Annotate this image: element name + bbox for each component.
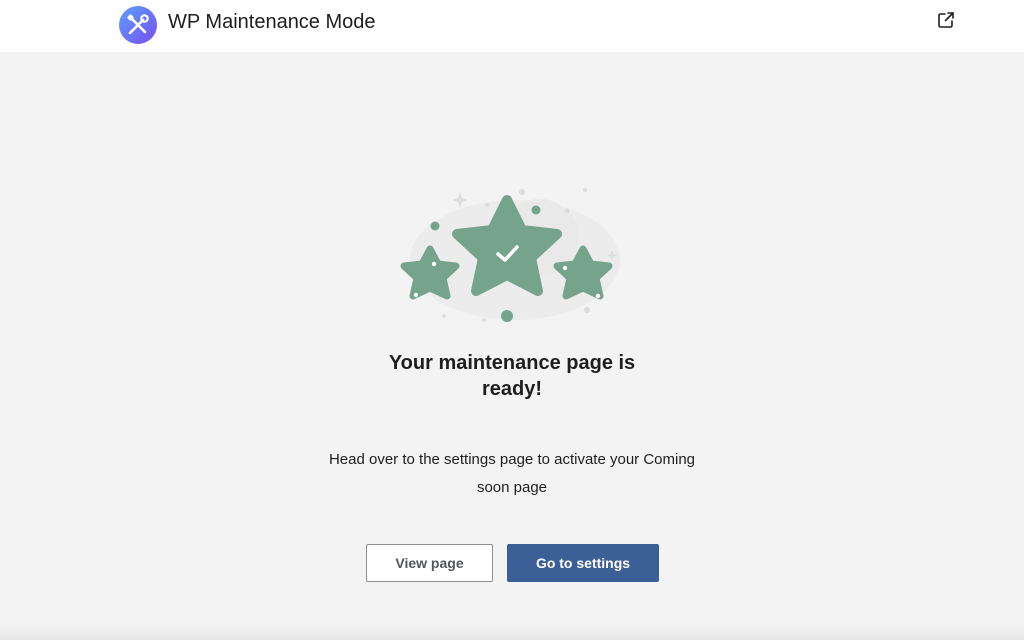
page-heading: Your maintenance page is ready!: [388, 352, 636, 400]
app-header: WP Maintenance Mode: [0, 0, 1024, 52]
go-to-settings-button[interactable]: Go to settings: [507, 544, 659, 582]
main-content: Your maintenance page is ready! Head ove…: [0, 52, 1024, 626]
wrench-screwdriver-icon: [119, 6, 157, 44]
external-link-icon[interactable]: [936, 10, 956, 30]
page-description: Head over to the settings page to activa…: [328, 451, 696, 496]
bottom-edge: [0, 626, 1024, 640]
app-title: WP Maintenance Mode: [168, 11, 376, 33]
view-page-button[interactable]: View page: [366, 544, 493, 582]
stars-check-icon: [400, 188, 620, 322]
